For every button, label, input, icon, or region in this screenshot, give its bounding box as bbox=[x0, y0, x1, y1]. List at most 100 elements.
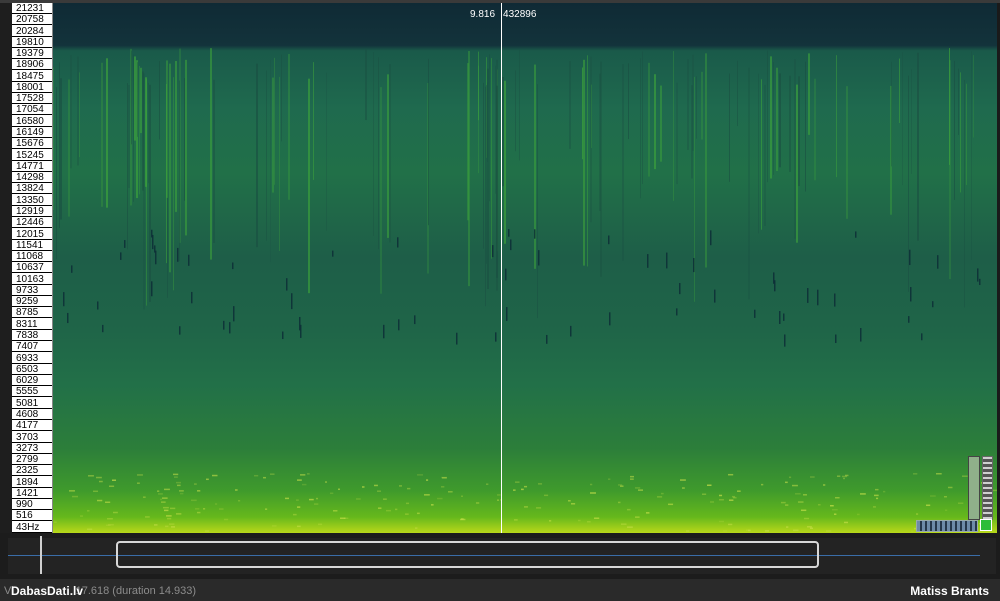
spectrogram-speck bbox=[536, 507, 542, 509]
spectrogram-streak bbox=[761, 79, 762, 230]
spectrogram-speck bbox=[544, 494, 549, 497]
spectrogram-dash bbox=[979, 278, 981, 286]
spectrogram-streak bbox=[495, 65, 496, 194]
spectrogram-streak bbox=[776, 67, 778, 172]
spectrogram-speck bbox=[171, 526, 176, 528]
frequency-tick-label: 11541 bbox=[12, 240, 52, 251]
spectrogram-streak bbox=[166, 60, 168, 198]
spectrogram-dash bbox=[608, 235, 610, 245]
frequency-tick-label: 8311 bbox=[12, 319, 52, 330]
spectrogram-canvas[interactable] bbox=[53, 3, 997, 533]
frequency-tick-label: 3273 bbox=[12, 443, 52, 454]
overview-position-marker[interactable] bbox=[40, 536, 42, 574]
gain-slider[interactable] bbox=[968, 456, 980, 520]
zoom-scale[interactable] bbox=[916, 520, 978, 532]
spectrogram-speck bbox=[646, 512, 650, 514]
spectrogram-streak bbox=[537, 84, 538, 319]
spectrogram-streak bbox=[274, 57, 275, 185]
spectrogram-dash bbox=[155, 250, 157, 265]
spectrogram-speck bbox=[627, 526, 633, 528]
spectrogram-speck bbox=[69, 490, 75, 492]
spectrogram-speck bbox=[179, 490, 184, 492]
spectrogram-dash bbox=[693, 258, 695, 273]
spectrogram-speck bbox=[300, 474, 306, 476]
spectrogram-speck bbox=[590, 483, 593, 486]
spectrogram-speck bbox=[417, 512, 420, 515]
spectrogram-streak bbox=[428, 58, 429, 226]
spectrogram-speck bbox=[165, 525, 169, 528]
spectrogram-speck bbox=[206, 478, 209, 481]
spectrogram-speck bbox=[587, 520, 591, 523]
frequency-tick-label: 13824 bbox=[12, 183, 52, 195]
spectrogram-dash bbox=[546, 334, 548, 344]
spectrogram-streak bbox=[485, 86, 486, 307]
spectrogram-speck bbox=[162, 497, 168, 499]
playback-cursor[interactable] bbox=[501, 3, 502, 533]
spectrogram-speck bbox=[590, 492, 596, 494]
spectrogram-speck bbox=[461, 495, 464, 498]
frequency-tick-label: 21231 bbox=[12, 3, 52, 14]
spectrogram-speck bbox=[426, 479, 429, 481]
spectrogram-dash bbox=[414, 315, 416, 325]
spectrogram-speck bbox=[844, 521, 848, 524]
spectrogram-speck bbox=[316, 497, 319, 500]
spectrogram-dash bbox=[754, 309, 756, 318]
spectrogram-streak bbox=[365, 49, 367, 121]
spectrogram-streak bbox=[642, 51, 643, 185]
frequency-tick-label: 7838 bbox=[12, 330, 52, 342]
overview-selection-window[interactable] bbox=[116, 541, 819, 568]
spectrogram-speck bbox=[235, 489, 238, 491]
spectrogram-streak bbox=[779, 73, 781, 168]
spectrogram-speck bbox=[737, 490, 741, 492]
spectrogram-streak bbox=[387, 74, 389, 238]
brand-logo-text[interactable]: DabasDati.lv bbox=[11, 584, 83, 598]
spectrogram-streak bbox=[954, 60, 955, 200]
spectrogram-speck bbox=[145, 516, 150, 518]
spectrogram-speck bbox=[538, 483, 543, 485]
frequency-tick-label: 12446 bbox=[12, 217, 52, 229]
spectrogram-speck bbox=[761, 483, 764, 486]
spectrogram-dash bbox=[666, 252, 668, 269]
spectrogram-streak bbox=[53, 67, 54, 211]
spectrogram-speck bbox=[635, 516, 640, 518]
spectrogram-streak bbox=[966, 83, 967, 185]
frequency-tick-label: 9733 bbox=[12, 285, 52, 296]
spectrogram-speck bbox=[106, 524, 111, 527]
spectrogram-streak bbox=[313, 62, 314, 180]
spectrogram-streak bbox=[159, 61, 160, 140]
spectrogram-dash bbox=[921, 333, 923, 341]
spectrogram-dash bbox=[179, 326, 181, 335]
spectrogram-streak bbox=[491, 58, 492, 259]
spectrogram-speck bbox=[843, 477, 846, 480]
spectrogram-speck bbox=[97, 499, 103, 502]
spectrogram-speck bbox=[356, 498, 361, 500]
spectrogram-dash bbox=[229, 322, 231, 334]
spectrogram-dash bbox=[647, 254, 649, 268]
spectrogram-speck bbox=[395, 508, 398, 511]
spectrogram-speck bbox=[707, 484, 712, 486]
color-toggle-button[interactable] bbox=[980, 519, 992, 531]
spectrogram-speck bbox=[109, 485, 115, 488]
spectrogram-speck bbox=[87, 528, 93, 531]
spectrogram-speck bbox=[801, 509, 807, 512]
spectrogram-speck bbox=[161, 501, 166, 503]
status-position: 17.618 (duration 14.933) bbox=[75, 585, 197, 597]
spectrogram-streak bbox=[899, 58, 900, 123]
frequency-tick-label: 19810 bbox=[12, 37, 52, 48]
spectrogram-speck bbox=[215, 503, 218, 505]
spectrogram-streak bbox=[958, 68, 959, 135]
frequency-tick-label: 19379 bbox=[12, 48, 52, 60]
frequency-tick-label: 6029 bbox=[12, 375, 52, 387]
spectrogram-streak bbox=[70, 55, 72, 169]
frequency-tick-label: 1894 bbox=[12, 477, 52, 488]
spectrogram-streak bbox=[973, 55, 974, 138]
spectrogram-speck bbox=[99, 480, 103, 483]
spectrogram-speck bbox=[407, 487, 411, 490]
spectrogram-speck bbox=[194, 483, 197, 485]
spectrogram-dash bbox=[779, 311, 781, 324]
spectrogram-streak bbox=[326, 72, 327, 231]
spectrogram-speck bbox=[682, 487, 685, 489]
spectrogram-dash bbox=[102, 324, 104, 333]
frequency-tick-label: 15676 bbox=[12, 138, 52, 150]
spectrogram-dash bbox=[609, 312, 611, 326]
